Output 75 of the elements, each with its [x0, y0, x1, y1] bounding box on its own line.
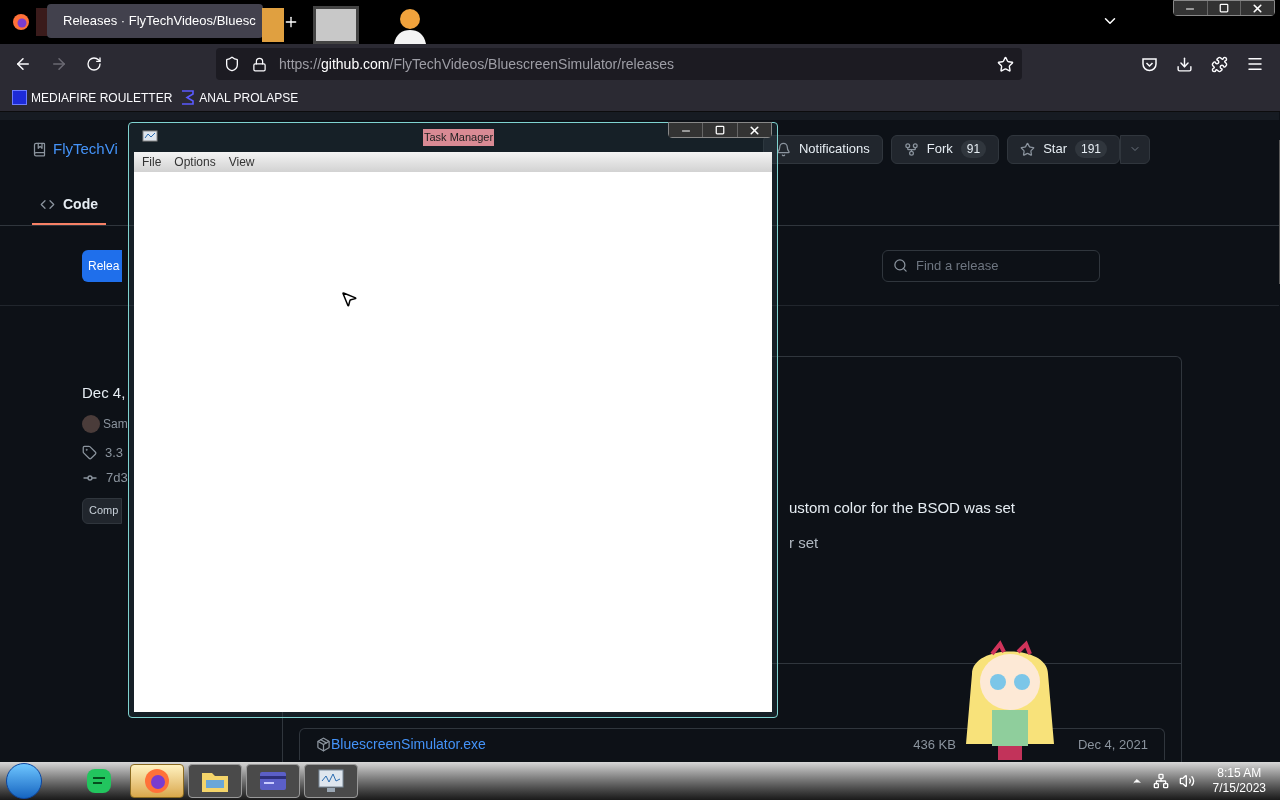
avatar: [82, 414, 100, 433]
repo-tab[interactable]: Code: [32, 185, 106, 225]
search-icon: [893, 258, 908, 273]
close-icon: [747, 123, 761, 137]
puzzle-icon[interactable]: [1211, 55, 1228, 73]
repo-action-button[interactable]: Notifications: [762, 134, 883, 164]
clock-date[interactable]: 7/15/2023: [1212, 781, 1266, 796]
minimize-button[interactable]: [669, 123, 703, 137]
close-button[interactable]: [737, 123, 771, 137]
repo-owner-link[interactable]: FlyTechVi: [53, 137, 118, 161]
firefox-icon[interactable]: [12, 13, 30, 31]
network-icon[interactable]: [1152, 773, 1169, 789]
monitor-app-icon: [316, 768, 346, 794]
repo-icon: [32, 141, 47, 157]
bookmark-favicon-icon: [12, 90, 27, 105]
cursor-icon: [340, 290, 358, 308]
new-tab-icon[interactable]: [283, 14, 299, 30]
close-button[interactable]: [1241, 1, 1274, 15]
compare-button[interactable]: Comp: [82, 497, 122, 524]
bookmark-favicon-icon: [180, 90, 196, 105]
taskbar-app[interactable]: [246, 764, 300, 798]
maximize-icon: [1219, 3, 1229, 13]
package-icon: [316, 737, 331, 752]
firefox-icon: [143, 767, 171, 795]
forward-icon[interactable]: [50, 55, 68, 73]
taskbar-app[interactable]: [188, 764, 242, 798]
count-badge: 91: [960, 140, 987, 158]
bookmark-star-icon[interactable]: [997, 55, 1014, 73]
bookmark-item[interactable]: ANAL PROLAPSE: [180, 88, 299, 107]
menu-item[interactable]: View: [228, 153, 255, 171]
download-icon[interactable]: [1176, 55, 1193, 73]
window-title: Task Manager: [423, 129, 495, 146]
task-manager-icon: [142, 130, 158, 144]
address-bar[interactable]: https://github.com/FlyTechVideos/BluescreenSimulator/releases: [216, 48, 1022, 80]
maximize-button[interactable]: [1206, 1, 1242, 15]
menu-item[interactable]: File: [142, 153, 162, 171]
fork-icon: [903, 141, 919, 157]
bell-icon: [775, 141, 791, 157]
repo-action-button[interactable]: Fork 91: [890, 134, 1000, 164]
asset-size: 436 KB: [913, 735, 956, 754]
repo-action-button[interactable]: Star 191: [1007, 134, 1120, 164]
desktop-icon-image: [313, 6, 359, 44]
card-app-icon: [258, 769, 288, 793]
back-icon[interactable]: [14, 55, 32, 73]
release-date: Dec 4,: [82, 383, 127, 403]
maximize-icon: [715, 125, 725, 135]
count-badge: 191: [1074, 140, 1107, 158]
commit-hash: 7d3: [106, 469, 128, 487]
chat-app-icon: [85, 767, 113, 795]
lock-icon: [252, 56, 267, 72]
release-note: r set: [789, 532, 819, 553]
star-dropdown-button[interactable]: [1120, 134, 1150, 164]
taskbar-app[interactable]: [130, 764, 184, 798]
menu-icon[interactable]: [1246, 55, 1264, 73]
maximize-button[interactable]: [702, 123, 738, 137]
asset-link[interactable]: BluescreenSimulator.exe: [331, 734, 486, 755]
tag-name: 3.3: [105, 443, 124, 462]
volume-icon[interactable]: [1178, 773, 1195, 789]
releases-button[interactable]: Relea: [82, 249, 122, 282]
search-field[interactable]: Find a release: [882, 249, 1100, 282]
taskbar-app[interactable]: [304, 764, 358, 798]
author-name: Sam: [103, 415, 128, 433]
asset-date: Dec 4, 2021: [1077, 735, 1148, 754]
reload-icon[interactable]: [86, 56, 102, 72]
pocket-icon[interactable]: [1141, 55, 1158, 73]
bookmark-item[interactable]: MEDIAFIRE ROULETTER: [12, 88, 173, 107]
start-button[interactable]: [6, 763, 42, 799]
star-icon: [1020, 141, 1036, 157]
release-note: ustom color for the BSOD was set: [789, 498, 1015, 518]
menu-item[interactable]: Options: [174, 153, 216, 171]
browser-tab[interactable]: Releases · FlyTechVideos/Bluesc: [47, 4, 263, 38]
minimize-button[interactable]: [1174, 1, 1207, 15]
desktop-icon-image: [262, 8, 284, 42]
tag-icon: [82, 444, 97, 460]
shield-icon: [224, 56, 240, 72]
